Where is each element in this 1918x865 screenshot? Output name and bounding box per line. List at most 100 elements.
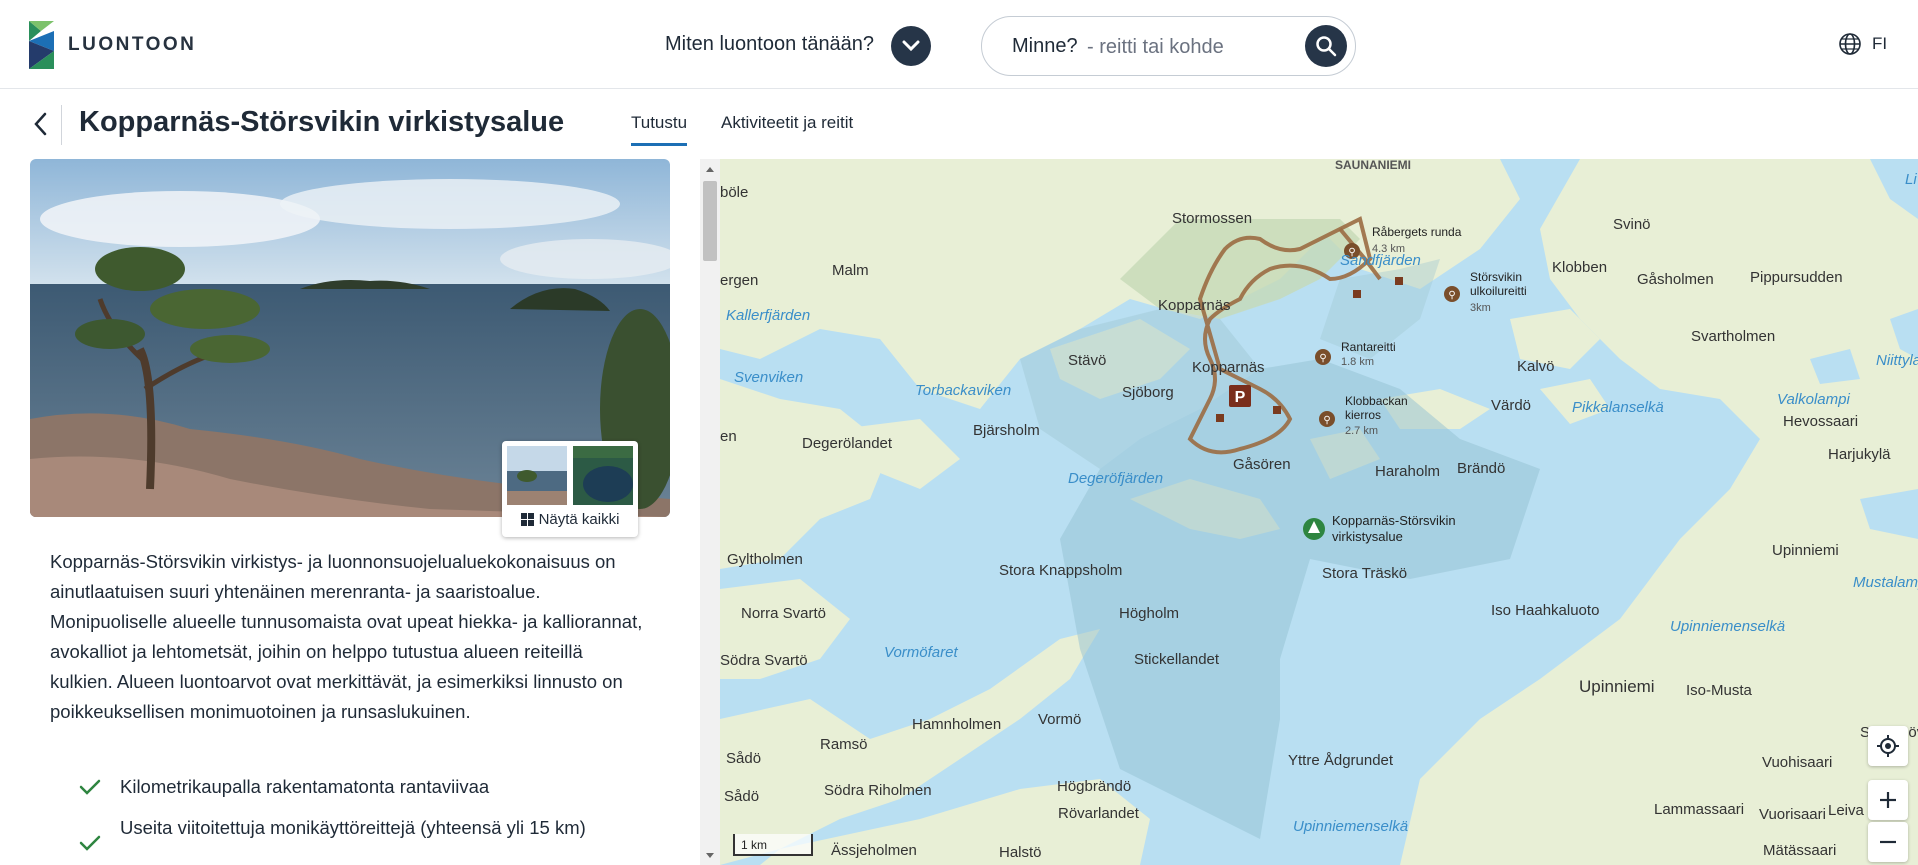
svg-text:Pikkalanselkä: Pikkalanselkä	[1572, 399, 1664, 416]
svg-text:⚲: ⚲	[1319, 353, 1326, 364]
svg-text:Södra Svartö: Södra Svartö	[720, 652, 808, 669]
area-label: Kopparnäs-Störsvikin	[1332, 513, 1456, 528]
svg-text:Kopparnäs: Kopparnäs	[1192, 359, 1265, 376]
svg-text:⚲: ⚲	[1448, 290, 1455, 301]
search-button[interactable]	[1305, 25, 1347, 67]
route-label: Klobbackan	[1345, 394, 1408, 408]
svg-text:Stora Träskö: Stora Träskö	[1322, 565, 1407, 582]
svg-text:Vormöfaret: Vormöfaret	[884, 644, 958, 661]
globe-icon	[1839, 33, 1861, 55]
tab-aktiviteetit-ja-reitit[interactable]: Aktiviteetit ja reitit	[721, 113, 853, 143]
svg-text:Upinniemenselkä: Upinniemenselkä	[1670, 618, 1785, 635]
svg-text:Norra Svartö: Norra Svartö	[741, 605, 826, 622]
gallery-show-all[interactable]: Näytä kaikki	[502, 441, 638, 537]
svg-text:Svinö: Svinö	[1613, 216, 1651, 233]
svg-text:Hevossaari: Hevossaari	[1783, 413, 1858, 430]
route-marker-icon[interactable]: ⚲	[1315, 349, 1331, 365]
checkmark-icon	[79, 779, 101, 795]
svg-text:ergen: ergen	[720, 272, 758, 289]
scroll-down-icon[interactable]	[700, 847, 720, 863]
locate-button[interactable]	[1868, 726, 1908, 766]
svg-text:P: P	[1235, 389, 1246, 406]
svg-text:Ässjeholmen: Ässjeholmen	[831, 842, 917, 859]
route-marker-icon[interactable]: ⚲	[1319, 411, 1335, 427]
route-label: ulkoilureitti	[1470, 284, 1527, 298]
svg-text:böle: böle	[720, 184, 748, 201]
map-scale: 1 km	[733, 834, 813, 856]
area-label: virkistysalue	[1332, 529, 1403, 544]
zoom-in-button[interactable]	[1868, 780, 1908, 820]
route-label: Störsvikin	[1470, 270, 1522, 284]
recreation-area-marker[interactable]	[1303, 518, 1325, 540]
logo-text: LUONTOON	[68, 34, 197, 55]
svg-text:Ramsö: Ramsö	[820, 736, 868, 753]
plus-icon	[1880, 792, 1896, 808]
svg-text:Stävö: Stävö	[1068, 352, 1106, 369]
svg-text:Vuohisaari: Vuohisaari	[1762, 754, 1832, 771]
search-label: Minne?	[1012, 35, 1078, 57]
svg-text:Högholm: Högholm	[1119, 605, 1179, 622]
tab-tutustu[interactable]: Tutustu	[631, 113, 688, 146]
feature-item: Kilometrikaupalla rakentamatonta rantavi…	[78, 772, 600, 801]
svg-text:Kopparnäs: Kopparnäs	[1158, 297, 1231, 314]
route-label: kierros	[1345, 408, 1381, 422]
svg-text:Hamnholmen: Hamnholmen	[912, 716, 1001, 733]
route-length: 3km	[1470, 302, 1491, 314]
logo-mark-icon	[29, 21, 54, 69]
checkmark-icon	[79, 835, 101, 851]
site-header: LUONTOON Miten luontoon tänään? Minne? F…	[0, 0, 1918, 89]
svg-text:Svenviken: Svenviken	[734, 369, 803, 386]
activity-dropdown-button[interactable]	[891, 26, 931, 66]
svg-text:⚲: ⚲	[1323, 415, 1330, 426]
svg-text:Degeröfjärden: Degeröfjärden	[1068, 470, 1163, 487]
language-selector[interactable]: FI	[1838, 32, 1887, 56]
feature-text: Useita viitoitettuja monikäyttöreittejä …	[120, 817, 586, 838]
svg-text:Bjärsholm: Bjärsholm	[973, 422, 1040, 439]
svg-text:Torbackaviken: Torbackaviken	[915, 382, 1011, 399]
svg-text:Mätässaari: Mätässaari	[1763, 842, 1836, 859]
svg-text:Iso Haahkaluoto: Iso Haahkaluoto	[1491, 602, 1599, 619]
chevron-left-icon	[34, 112, 47, 136]
svg-text:SAUNANIEMI: SAUNANIEMI	[1335, 159, 1411, 172]
panel-scrollbar[interactable]	[700, 159, 720, 865]
route-length: 1.8 km	[1341, 356, 1374, 368]
route-label: Råbergets runda	[1372, 225, 1462, 239]
svg-text:Brändö: Brändö	[1457, 460, 1505, 477]
svg-text:Li: Li	[1905, 171, 1917, 188]
search-input[interactable]	[1087, 33, 1287, 61]
parking-icon[interactable]: P	[1229, 385, 1251, 407]
map-view[interactable]: ⚲ ⚲ ⚲ ⚲ P Råbergets runda 4.3 km Störsvi…	[720, 159, 1918, 865]
svg-text:Mustalampi: Mustalampi	[1853, 574, 1918, 591]
svg-text:Rövarlandet: Rövarlandet	[1058, 805, 1140, 822]
svg-text:Stora Knappsholm: Stora Knappsholm	[999, 562, 1122, 579]
zoom-out-button[interactable]	[1868, 822, 1908, 862]
title-divider	[61, 105, 62, 145]
svg-text:Vuorisaari: Vuorisaari	[1759, 806, 1826, 823]
svg-text:Pippursudden: Pippursudden	[1750, 269, 1843, 286]
svg-text:Iso-Musta: Iso-Musta	[1686, 682, 1753, 699]
svg-text:Haraholm: Haraholm	[1375, 463, 1440, 480]
svg-text:Malm: Malm	[832, 262, 869, 279]
svg-text:Gyltholmen: Gyltholmen	[727, 551, 803, 568]
description-text: Kopparnäs-Störsvikin virkistys- ja luonn…	[50, 551, 643, 722]
feature-item: Useita viitoitettuja monikäyttöreittejä …	[78, 813, 620, 855]
svg-text:Leiva: Leiva	[1828, 802, 1865, 819]
search-icon	[1316, 36, 1337, 57]
gallery-thumbnail	[507, 446, 567, 505]
back-button[interactable]	[28, 110, 52, 138]
svg-text:Svartholmen: Svartholmen	[1691, 328, 1775, 345]
svg-text:Valkolampi: Valkolampi	[1777, 391, 1850, 408]
minus-icon	[1880, 840, 1896, 844]
svg-text:Kallerfjärden: Kallerfjärden	[726, 307, 810, 324]
svg-text:Sjöborg: Sjöborg	[1122, 384, 1174, 401]
svg-text:Yttre Ådgrundet: Yttre Ådgrundet	[1288, 752, 1394, 769]
svg-text:Halstö: Halstö	[999, 844, 1042, 861]
scrollbar-thumb[interactable]	[703, 181, 717, 261]
scroll-up-icon[interactable]	[700, 161, 720, 177]
route-marker-icon[interactable]: ⚲	[1444, 286, 1460, 302]
svg-text:Kalvö: Kalvö	[1517, 358, 1555, 375]
luontoon-logo[interactable]: LUONTOON	[29, 21, 196, 69]
svg-text:Sådö: Sådö	[726, 750, 761, 767]
svg-text:Niittylam: Niittylam	[1876, 352, 1918, 369]
svg-text:Klobben: Klobben	[1552, 259, 1607, 276]
